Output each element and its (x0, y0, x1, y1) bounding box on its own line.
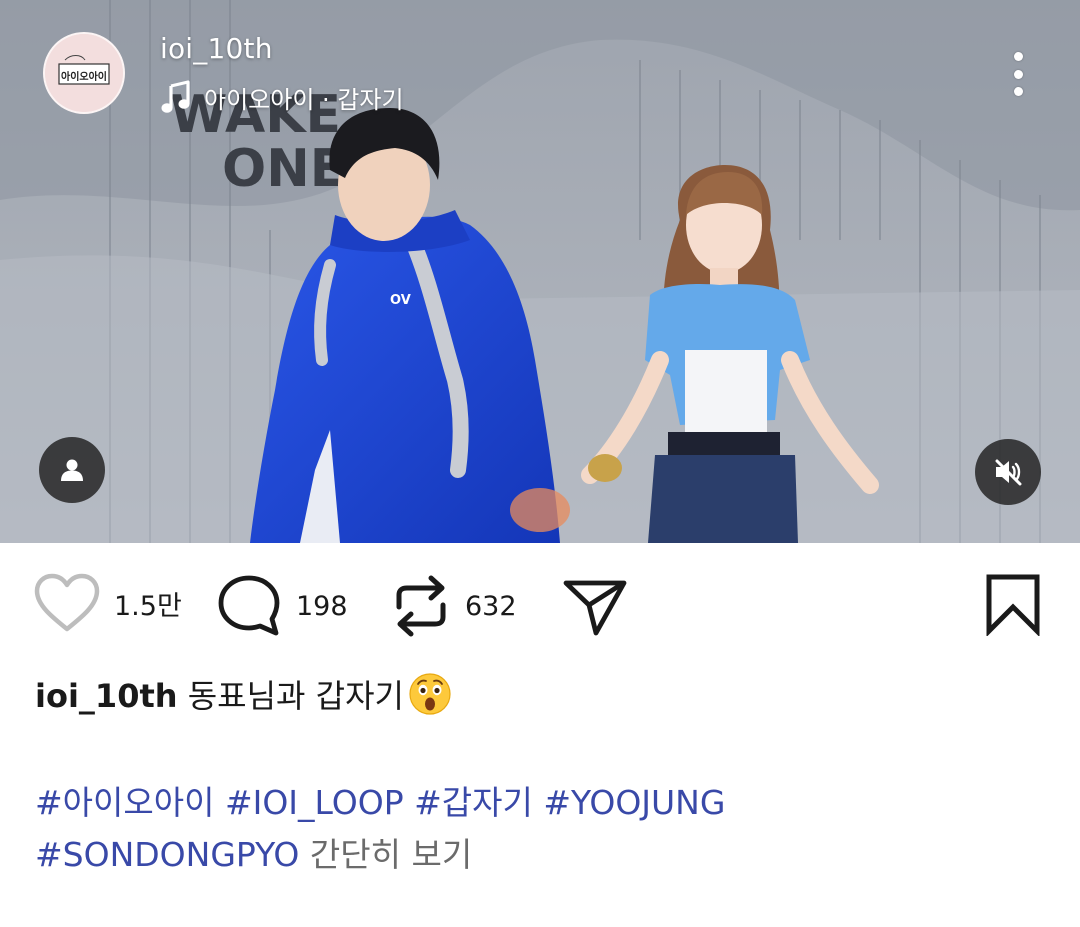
hashtag-link[interactable]: #IOI_LOOP (225, 783, 404, 822)
like-count: 1.5만 (114, 590, 182, 622)
bookmark-button[interactable] (985, 574, 1041, 640)
tagged-people-button[interactable] (39, 437, 105, 503)
more-vertical-icon (1013, 52, 1023, 61)
hashtag-link[interactable]: #아이오아이 (35, 783, 214, 822)
profile-avatar[interactable]: 아이오아이 (43, 32, 125, 114)
speaker-muted-icon (995, 459, 1022, 486)
backdrop-one-text: ONE (222, 139, 345, 199)
header-username[interactable]: ioi_10th (160, 32, 273, 65)
astonished-face-emoji (409, 673, 451, 715)
post-hashtags: #아이오아이 #IOI_LOOP #갑자기 #YOOJUNG #SONDONGP… (35, 777, 1045, 881)
hashtag-link[interactable]: #갑자기 (414, 783, 533, 822)
post-card: WAKE ONE OV 아이오아이 ioi_10th 아이오아이 · 갑자기 1… (0, 0, 1080, 927)
repost-icon (396, 575, 446, 637)
post-video[interactable]: WAKE ONE OV 아이오아이 ioi_10th 아이오아이 · 갑자기 (0, 0, 1080, 543)
avatar-logo-text: 아이오아이 (61, 70, 107, 83)
music-title: 아이오아이 · 갑자기 (204, 85, 404, 114)
comment-bubble-icon (218, 575, 280, 636)
person-icon (61, 459, 83, 481)
see-less-link[interactable]: 간단히 보기 (310, 835, 472, 874)
mute-toggle-button[interactable] (975, 439, 1041, 505)
music-attribution[interactable]: 아이오아이 · 갑자기 (160, 80, 404, 114)
paper-plane-icon (563, 580, 627, 636)
like-button[interactable]: 1.5만 (34, 573, 182, 633)
caption-text: 동표님과 갑자기 (187, 677, 404, 715)
more-options-button[interactable] (1000, 48, 1036, 100)
bookmark-icon (986, 574, 1040, 638)
music-note-icon (161, 80, 190, 113)
comment-count: 198 (296, 590, 348, 622)
caption-username[interactable]: ioi_10th (35, 677, 178, 715)
heart-icon (34, 573, 100, 632)
post-actions-bar: 1.5만 198 632 (0, 543, 1080, 673)
hashtag-link[interactable]: #SONDONGPYO (35, 835, 299, 874)
jacket-logo-text: OV (390, 293, 411, 308)
comment-button[interactable]: 198 (216, 573, 348, 639)
post-caption: ioi_10th 동표님과 갑자기 (35, 672, 1045, 719)
repost-button[interactable]: 632 (391, 573, 517, 639)
repost-count: 632 (465, 590, 517, 622)
share-button[interactable] (562, 577, 628, 641)
hashtag-link[interactable]: #YOOJUNG (543, 783, 725, 822)
